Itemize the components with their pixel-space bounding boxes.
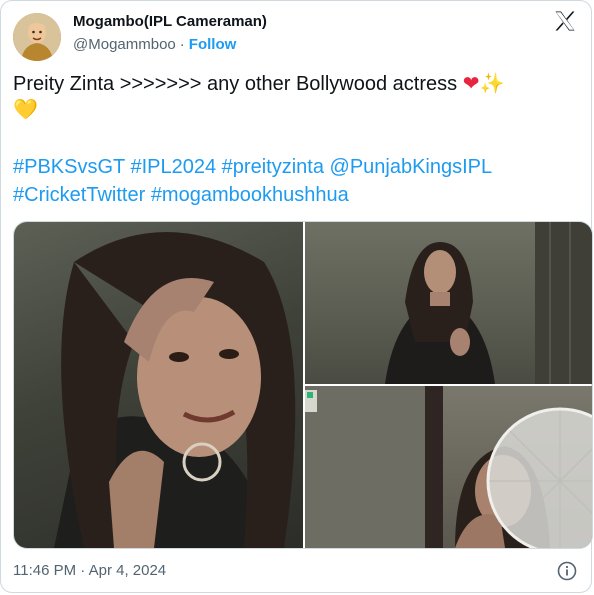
x-logo-icon[interactable] bbox=[553, 9, 577, 33]
media-photo-3[interactable] bbox=[305, 386, 592, 548]
hashtag-list: #PBKSvsGT #IPL2024 #preityzinta @PunjabK… bbox=[13, 153, 583, 209]
hashtag-link[interactable]: #IPL2024 bbox=[130, 156, 216, 178]
info-icon[interactable] bbox=[557, 561, 577, 581]
red-heart-emoji: ❤ bbox=[462, 73, 480, 95]
author-handle-row: @Mogammboo · Follow bbox=[73, 34, 236, 54]
media-photo-2[interactable] bbox=[305, 222, 592, 384]
tweet-card: Mogambo(IPL Cameraman) @Mogammboo · Foll… bbox=[0, 0, 593, 593]
tweet-body-text: Preity Zinta >>>>>>> any other Bollywood… bbox=[13, 73, 458, 95]
hashtag-link[interactable]: #preityzinta bbox=[222, 156, 324, 178]
sparkles-emoji: ✨ bbox=[479, 73, 505, 95]
yellow-heart-emoji: 💛 bbox=[13, 99, 38, 121]
media-photo-1[interactable] bbox=[14, 222, 303, 548]
author-display-name[interactable]: Mogambo(IPL Cameraman) bbox=[73, 13, 267, 30]
author-name-row: Mogambo(IPL Cameraman) bbox=[73, 11, 267, 31]
hashtag-link[interactable]: #PBKSvsGT bbox=[13, 156, 125, 178]
avatar[interactable] bbox=[13, 13, 61, 61]
separator-dot: · bbox=[179, 35, 185, 53]
follow-button[interactable]: Follow bbox=[189, 36, 237, 53]
author-handle[interactable]: @Mogammboo bbox=[73, 36, 176, 53]
hashtag-link[interactable]: #CricketTwitter bbox=[13, 184, 145, 206]
tweet-text: Preity Zinta >>>>>>> any other Bollywood… bbox=[13, 71, 583, 123]
mention-link[interactable]: @PunjabKingsIPL bbox=[330, 156, 493, 178]
media-grid bbox=[13, 221, 593, 549]
tweet-timestamp[interactable]: 11:46 PM · Apr 4, 2024 bbox=[13, 562, 166, 579]
hashtag-link[interactable]: #mogambookhushhua bbox=[151, 184, 349, 206]
